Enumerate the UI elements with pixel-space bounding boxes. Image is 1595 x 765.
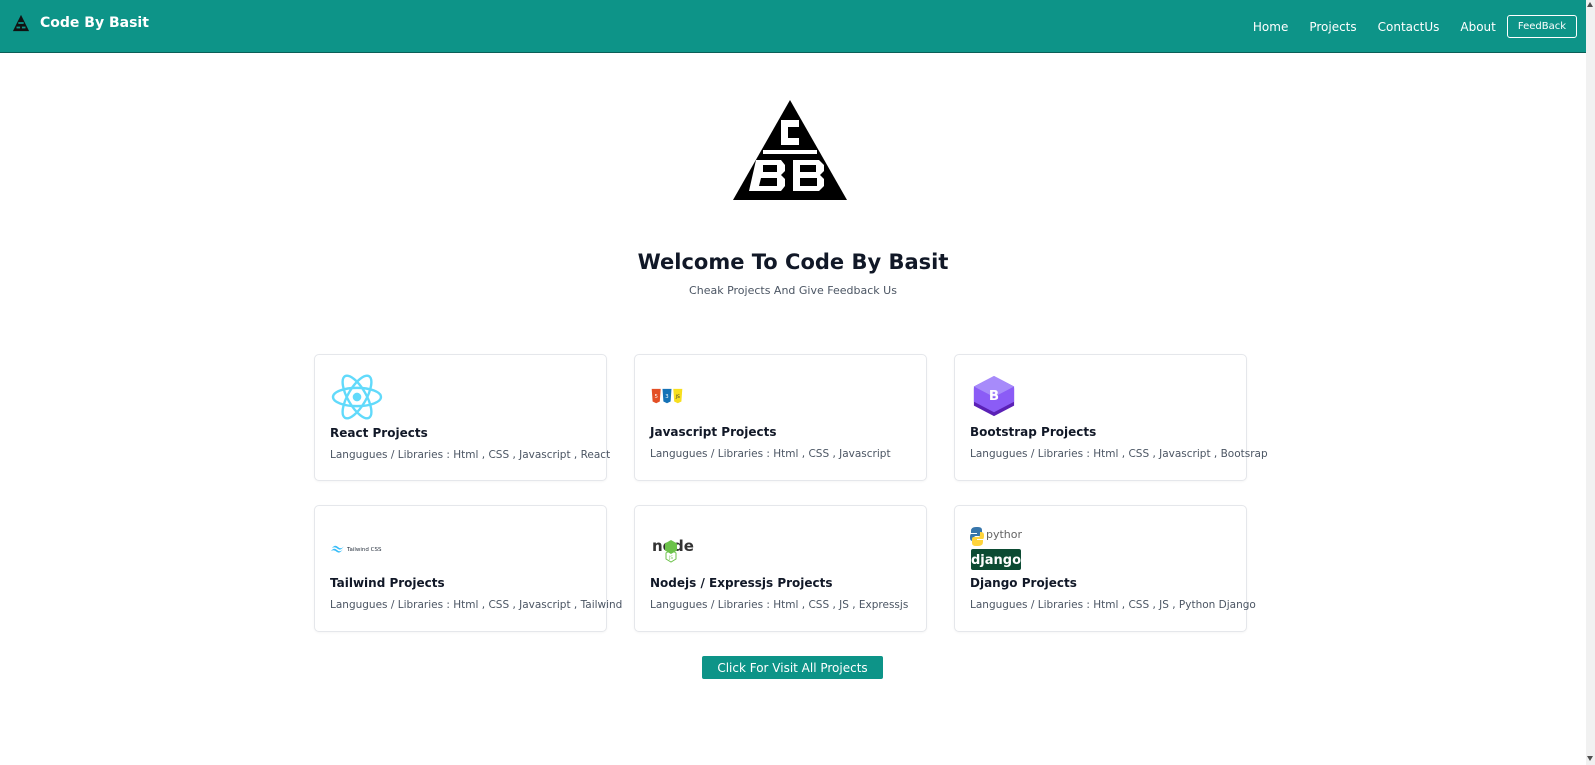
project-card-django[interactable]: python django Django Projects Langugues … bbox=[954, 505, 1256, 632]
brand-name: Code By Basit bbox=[40, 15, 149, 31]
scroll-down-arrow-icon[interactable] bbox=[1587, 756, 1593, 761]
html-css-js-icon: 5 3 JS bbox=[651, 388, 683, 404]
svg-text:django: django bbox=[971, 553, 1021, 568]
page-title: Welcome To Code By Basit bbox=[637, 250, 949, 274]
card-description: Langugues / Libraries : Html , CSS , Jav… bbox=[970, 448, 1268, 460]
top-navbar: Code By Basit Home Projects ContactUs Ab… bbox=[0, 0, 1586, 53]
card-description: Langugues / Libraries : Html , CSS , JS … bbox=[970, 599, 1256, 611]
brand[interactable]: Code By Basit bbox=[12, 14, 149, 32]
scroll-up-arrow-icon[interactable] bbox=[1587, 2, 1593, 7]
card-title: Javascript Projects bbox=[650, 425, 777, 439]
project-card-nodejs[interactable]: node JS Nodejs / Expressjs Projects Lang… bbox=[634, 505, 927, 632]
bootstrap-icon: B bbox=[973, 375, 1015, 417]
svg-text:JS: JS bbox=[668, 555, 673, 560]
nav-home[interactable]: Home bbox=[1253, 20, 1288, 34]
card-description: Langugues / Libraries : Html , CSS , Jav… bbox=[330, 449, 611, 461]
nav-links: Home Projects ContactUs About FeedBack bbox=[1253, 15, 1577, 38]
card-description: Langugues / Libraries : Html , CSS , JS … bbox=[650, 599, 909, 611]
card-title: Tailwind Projects bbox=[330, 576, 445, 590]
svg-text:3: 3 bbox=[665, 394, 668, 400]
card-title: Nodejs / Expressjs Projects bbox=[650, 576, 833, 590]
nav-about[interactable]: About bbox=[1460, 20, 1495, 34]
nav-contactus[interactable]: ContactUs bbox=[1378, 20, 1440, 34]
card-description: Langugues / Libraries : Html , CSS , Jav… bbox=[330, 599, 623, 611]
svg-text:JS: JS bbox=[675, 394, 680, 400]
svg-text:5: 5 bbox=[654, 394, 657, 400]
project-card-tailwind[interactable]: Tailwind CSS Tailwind Projects Langugues… bbox=[314, 505, 622, 632]
python-django-icon: python django bbox=[970, 527, 1022, 570]
project-card-javascript[interactable]: 5 3 JS Javascript Projects Langugues / L… bbox=[634, 354, 927, 481]
hero-logo-icon bbox=[733, 100, 847, 200]
project-card-bootstrap[interactable]: B Bootstrap Projects Langugues / Librari… bbox=[954, 354, 1268, 481]
nodejs-icon: node JS bbox=[652, 537, 694, 563]
card-description: Langugues / Libraries : Html , CSS , Jav… bbox=[650, 448, 891, 460]
card-title: Bootstrap Projects bbox=[970, 425, 1097, 439]
nav-projects[interactable]: Projects bbox=[1309, 20, 1356, 34]
svg-text:B: B bbox=[989, 389, 999, 404]
page-scrollbar[interactable] bbox=[1586, 0, 1595, 765]
svg-text:Tailwind CSS: Tailwind CSS bbox=[346, 547, 382, 553]
svg-text:python: python bbox=[986, 528, 1022, 541]
page-subtitle: Cheak Projects And Give Feedback Us bbox=[689, 284, 897, 297]
project-card-react[interactable]: React Projects Langugues / Libraries : H… bbox=[314, 354, 611, 481]
tailwind-icon: Tailwind CSS bbox=[331, 545, 382, 553]
visit-all-projects-button[interactable]: Click For Visit All Projects bbox=[702, 656, 883, 679]
brand-logo-icon bbox=[12, 14, 30, 32]
card-title: React Projects bbox=[330, 426, 428, 440]
feedback-button[interactable]: FeedBack bbox=[1506, 15, 1577, 38]
react-icon bbox=[331, 374, 383, 420]
card-title: Django Projects bbox=[970, 576, 1077, 590]
